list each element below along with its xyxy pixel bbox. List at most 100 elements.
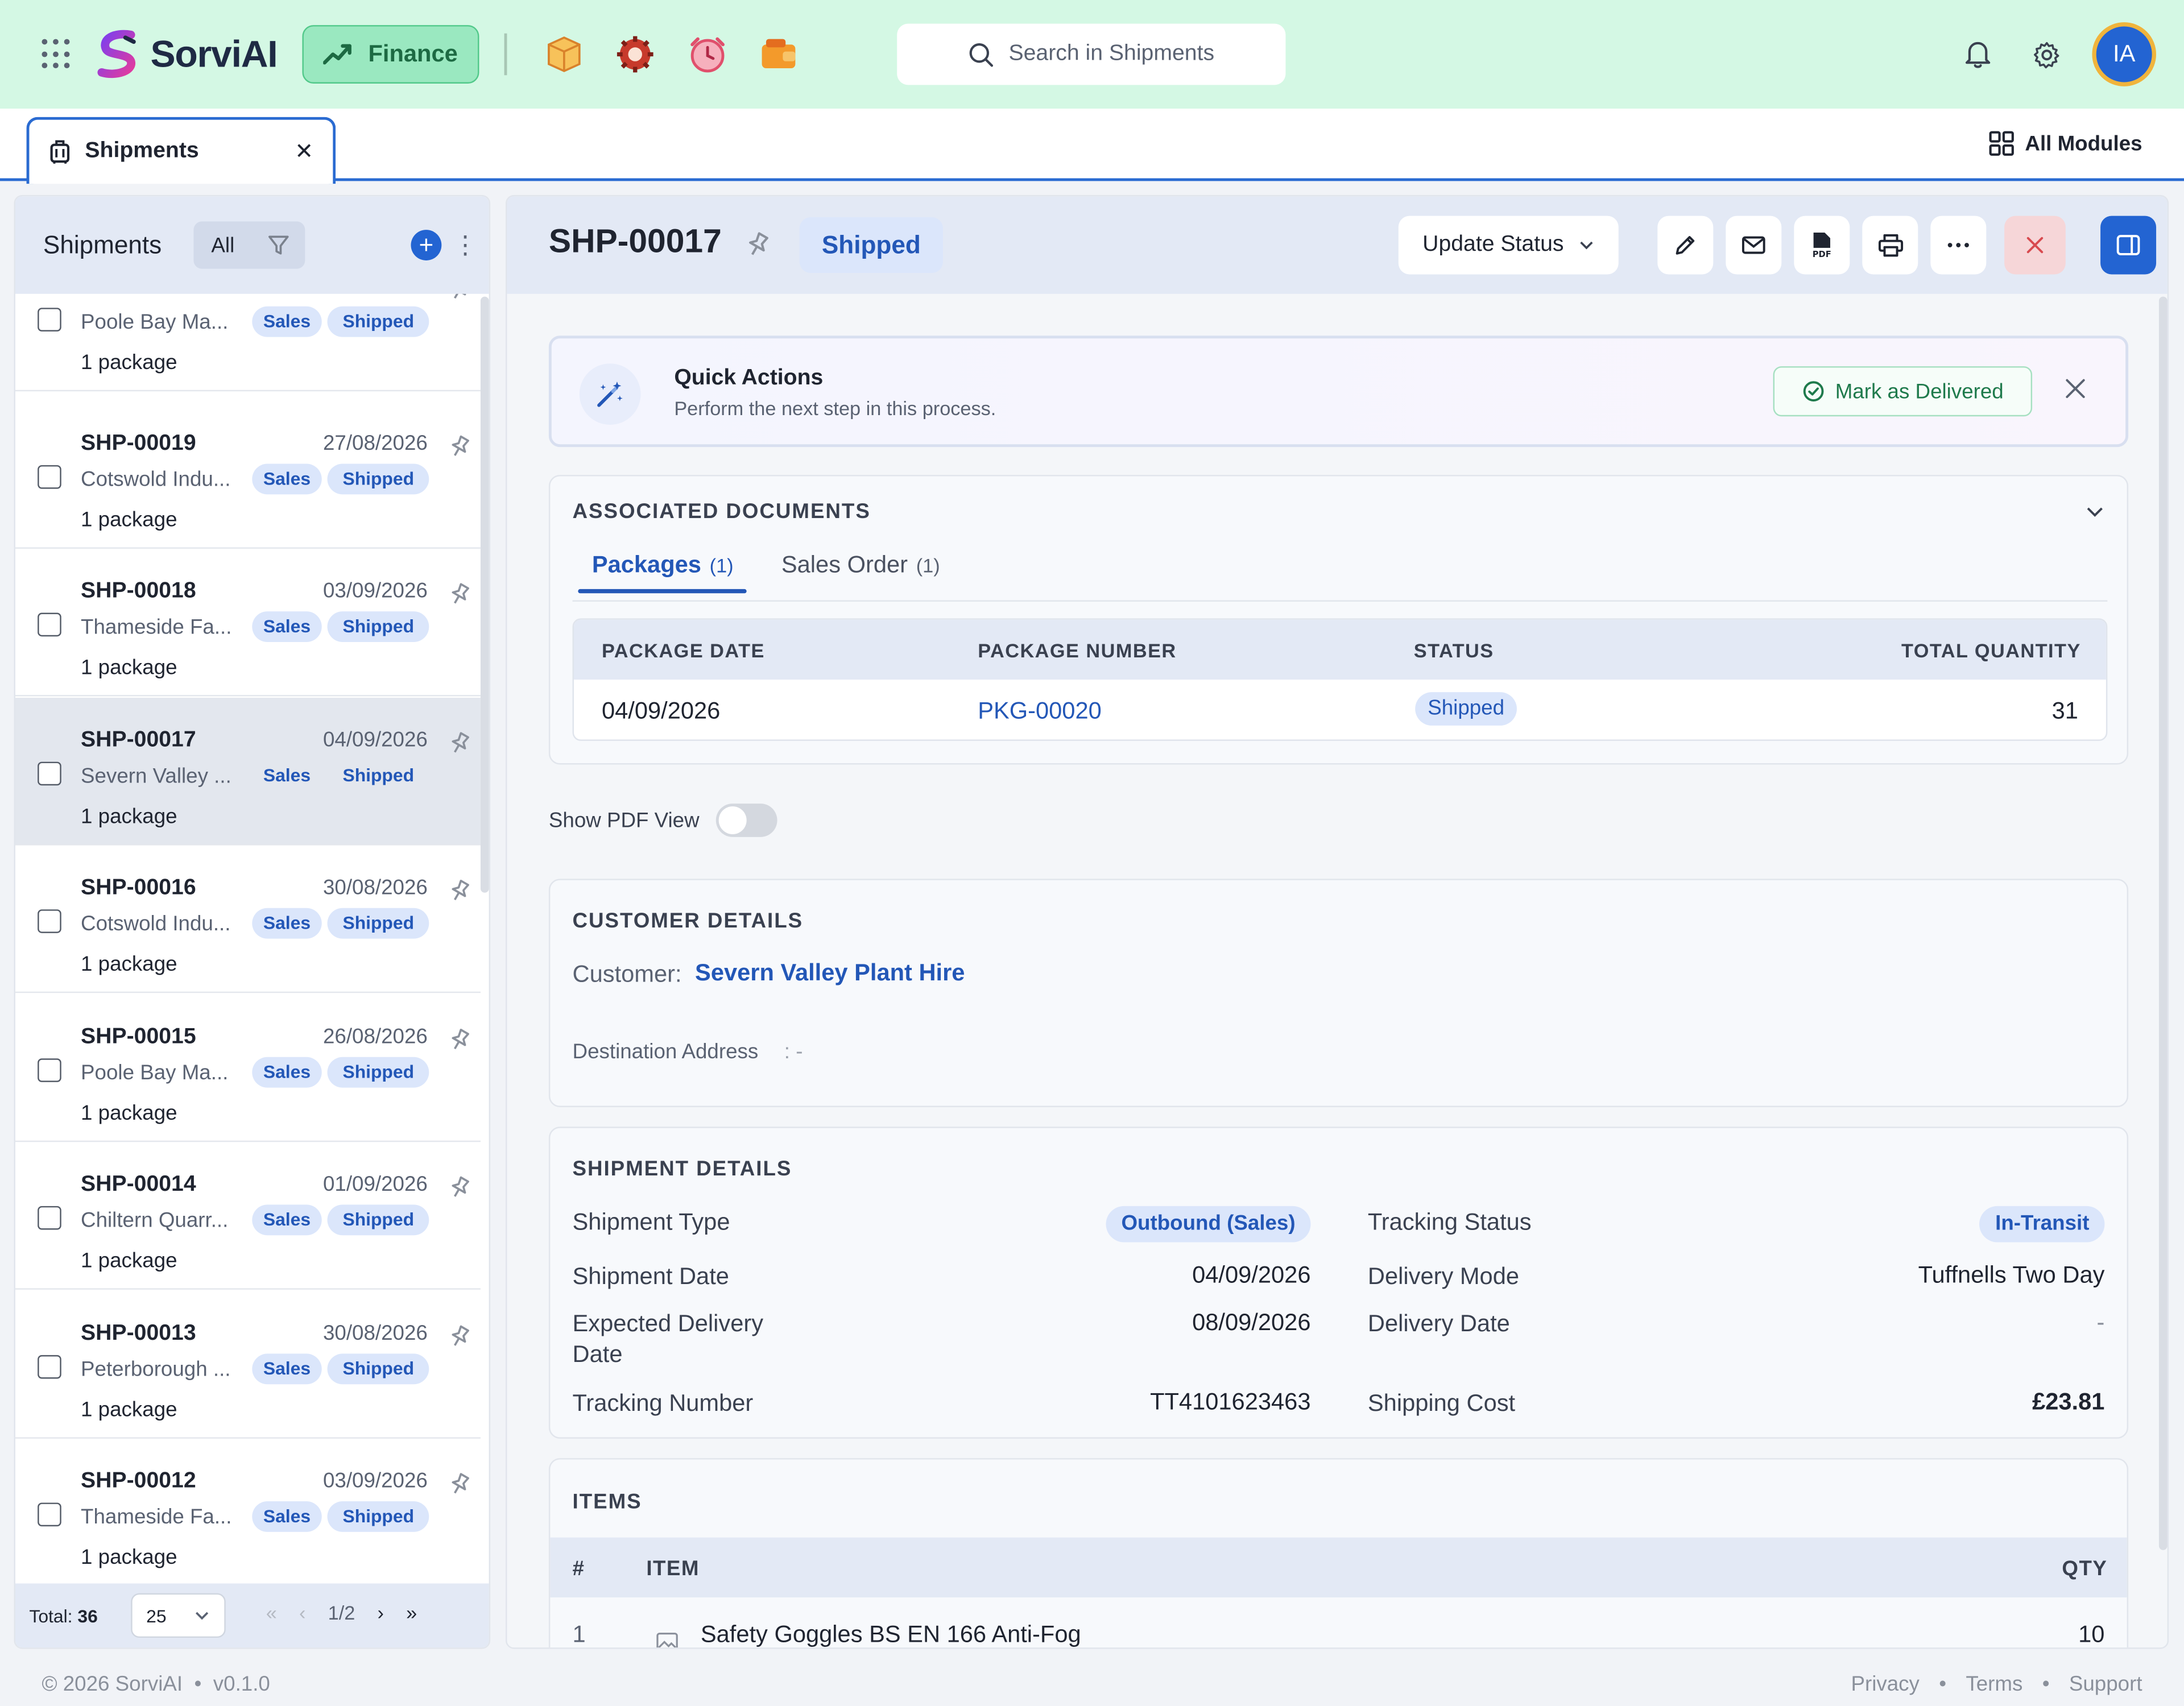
list-item-packages: 1 package xyxy=(81,1102,177,1125)
pin-icon[interactable] xyxy=(447,1028,472,1059)
module-switcher-button[interactable]: Finance xyxy=(302,25,479,84)
terms-link[interactable]: Terms xyxy=(1966,1672,2022,1696)
filter-all-button[interactable]: All xyxy=(193,233,252,257)
luggage-icon xyxy=(50,140,70,164)
tab-packages[interactable]: Packages (1) xyxy=(592,552,734,579)
row-checkbox[interactable] xyxy=(38,1355,61,1379)
list-item[interactable]: SHP-00018 03/09/2026 Thameside Fa... Sal… xyxy=(15,549,481,697)
row-checkbox[interactable] xyxy=(38,612,61,637)
edit-button[interactable] xyxy=(1657,216,1714,275)
tab-sales-order[interactable]: Sales Order (1) xyxy=(781,552,940,579)
list-item[interactable]: SHP-00019 27/08/2026 Cotswold Indu... Sa… xyxy=(15,401,481,549)
list-item[interactable]: SHP-00015 26/08/2026 Poole Bay Ma... Sal… xyxy=(15,995,481,1142)
delivery-mode: Tuffnells Two Day xyxy=(1918,1261,2105,1289)
tab-shipments[interactable]: Shipments ✕ xyxy=(26,117,336,184)
associated-documents-card: ASSOCIATED DOCUMENTS Packages (1) Sales O… xyxy=(548,475,2129,765)
privacy-link[interactable]: Privacy xyxy=(1851,1672,1919,1696)
tab-divider xyxy=(572,600,2108,602)
close-detail-button[interactable] xyxy=(2004,216,2066,275)
page-size-select[interactable]: 25 xyxy=(131,1593,226,1638)
shipping-cost-label: Shipping Cost xyxy=(1367,1390,1516,1417)
package-app-icon[interactable] xyxy=(543,34,585,75)
list-item-packages: 1 package xyxy=(81,1546,177,1570)
grid-icon xyxy=(1989,131,2014,156)
pin-icon[interactable] xyxy=(447,1324,472,1356)
clock-app-icon[interactable] xyxy=(686,34,728,75)
row-checkbox[interactable] xyxy=(38,761,61,786)
settings-button[interactable] xyxy=(2024,32,2068,76)
package-number-link[interactable]: PKG-00020 xyxy=(978,698,1102,726)
filter-group: All xyxy=(193,221,305,269)
list-item[interactable]: SHP-00012 03/09/2026 Thameside Fa... Sal… xyxy=(15,1439,481,1587)
pdf-view-toggle[interactable] xyxy=(715,804,777,837)
row-checkbox[interactable] xyxy=(38,308,61,332)
add-shipment-button[interactable]: + xyxy=(411,230,442,260)
list-item-date: 27/08/2026 xyxy=(322,432,428,456)
update-status-button[interactable]: Update Status xyxy=(1398,216,1619,275)
list-item-number: SHP-00019 xyxy=(81,432,196,456)
shipment-date-label: Shipment Date xyxy=(572,1263,729,1290)
pin-icon[interactable] xyxy=(744,231,772,266)
type-badge: Sales xyxy=(252,611,322,642)
list-item-number: SHP-00016 xyxy=(81,876,196,900)
avatar[interactable]: IA xyxy=(2092,22,2157,86)
list-item-selected[interactable]: SHP-00017 04/09/2026 Severn Valley ... S… xyxy=(15,697,481,846)
row-checkbox[interactable] xyxy=(38,465,61,489)
logo[interactable]: SorviAI xyxy=(95,28,278,81)
search-placeholder: Search in Shipments xyxy=(1008,42,1215,66)
notifications-button[interactable] xyxy=(1955,32,2000,76)
list-item-date: 26/08/2026 xyxy=(322,1025,428,1049)
status-badge: Shipped xyxy=(327,1353,429,1385)
mark-as-delivered-button[interactable]: Mark as Delivered xyxy=(1773,366,2033,417)
dismiss-quick-actions-icon[interactable] xyxy=(2064,378,2086,407)
filter-button[interactable] xyxy=(252,234,305,256)
status-badge: Shipped xyxy=(327,1057,429,1088)
pdf-icon: PDF xyxy=(1813,232,1831,259)
app-launcher-icon[interactable] xyxy=(42,39,72,70)
pin-icon[interactable] xyxy=(447,731,472,763)
list-item[interactable]: SHP-00013 30/08/2026 Peterborough ... Sa… xyxy=(15,1291,481,1439)
email-button[interactable] xyxy=(1726,216,1782,275)
more-options-icon[interactable]: ⋮ xyxy=(453,230,478,260)
items-card: ITEMS # ITEM QTY 1 Safety Goggles BS EN … xyxy=(548,1458,2129,1648)
row-checkbox[interactable] xyxy=(38,1206,61,1230)
row-checkbox[interactable] xyxy=(38,1058,61,1082)
pin-icon[interactable] xyxy=(447,582,472,614)
list-item[interactable]: SHP-00014 01/09/2026 Chiltern Quarr... S… xyxy=(15,1142,481,1290)
first-page-icon[interactable]: « xyxy=(266,1601,277,1624)
row-checkbox[interactable] xyxy=(38,1502,61,1527)
row-checkbox[interactable] xyxy=(38,909,61,933)
detail-scrollbar[interactable] xyxy=(2158,296,2168,1550)
package-quantity: 31 xyxy=(2051,697,2078,724)
type-badge: Sales xyxy=(252,1057,322,1088)
pin-icon[interactable] xyxy=(447,879,472,910)
customer-link[interactable]: Severn Valley Plant Hire xyxy=(695,959,965,987)
packages-table-header: PACKAGE DATE PACKAGE NUMBER STATUS TOTAL… xyxy=(573,619,2106,680)
tab-packages-count: (1) xyxy=(709,554,734,577)
item-index: 1 xyxy=(572,1621,586,1648)
all-modules-button[interactable]: All Modules xyxy=(1989,131,2142,156)
next-page-icon[interactable]: › xyxy=(378,1601,384,1624)
trend-up-icon xyxy=(324,44,352,65)
last-page-icon[interactable]: » xyxy=(406,1601,417,1624)
list-item[interactable]: SHP-00016 30/08/2026 Cotswold Indu... Sa… xyxy=(15,846,481,993)
gear-app-icon[interactable] xyxy=(614,34,656,75)
close-tab-icon[interactable]: ✕ xyxy=(295,138,313,165)
pin-icon[interactable] xyxy=(447,434,472,466)
more-actions-button[interactable] xyxy=(1930,216,1987,275)
pin-icon[interactable] xyxy=(447,1175,472,1207)
pdf-button[interactable]: PDF xyxy=(1794,216,1850,275)
search-input[interactable]: Search in Shipments xyxy=(897,23,1286,85)
shipment-details-title: SHIPMENT DETAILS xyxy=(572,1157,792,1181)
list-item[interactable]: Poole Bay Ma... Sales Shipped 1 package xyxy=(15,293,481,392)
pin-icon[interactable] xyxy=(447,1472,472,1504)
collapse-chevron-icon[interactable] xyxy=(2085,502,2104,528)
pin-icon[interactable] xyxy=(447,293,472,309)
print-button[interactable] xyxy=(1862,216,1918,275)
toggle-sidebar-button[interactable] xyxy=(2100,216,2157,275)
list-item-packages: 1 package xyxy=(81,508,177,532)
prev-page-icon[interactable]: ‹ xyxy=(299,1601,305,1624)
list-scrollbar[interactable] xyxy=(480,296,489,893)
support-link[interactable]: Support xyxy=(2069,1672,2142,1696)
wallet-app-icon[interactable] xyxy=(758,34,799,75)
